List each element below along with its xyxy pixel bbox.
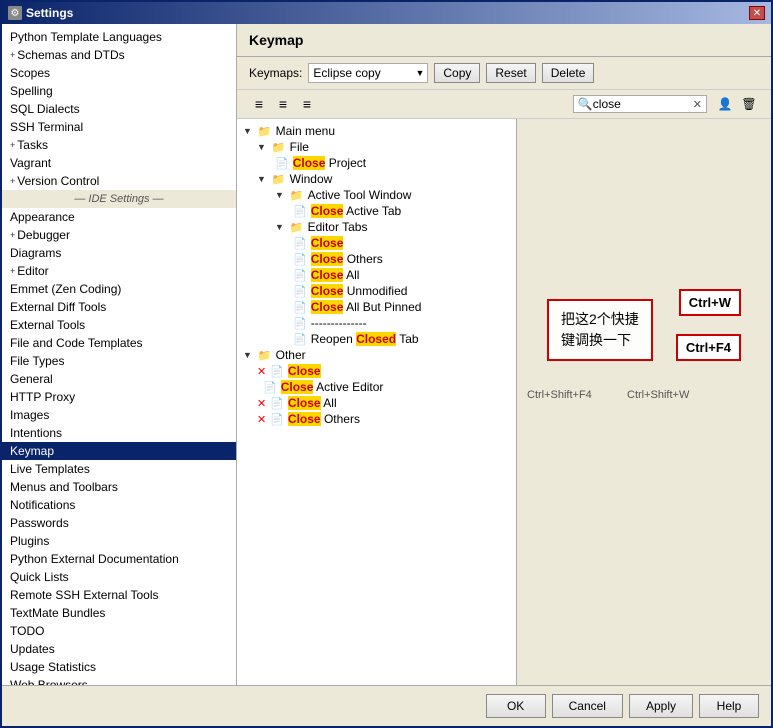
sidebar-item-editor[interactable]: + Editor [2,262,236,280]
sidebar-item-intentions[interactable]: Intentions [2,424,236,442]
tree-item-close-all[interactable]: 📄 Close All [237,267,516,283]
sidebar-item-appearance[interactable]: Appearance [2,208,236,226]
search-input[interactable] [593,97,693,111]
ok-button[interactable]: OK [486,694,546,718]
tree-item-close[interactable]: 📄 Close [237,235,516,251]
tree-item-close-all-but-pinned[interactable]: 📄 Close All But Pinned [237,299,516,315]
sidebar-item-tasks[interactable]: + Tasks [2,136,236,154]
tree-item-close-others[interactable]: 📄 Close Others [237,251,516,267]
sidebar-item-updates[interactable]: Updates [2,640,236,658]
copy-button[interactable]: Copy [434,63,480,83]
tree-item-other-close-others[interactable]: ✕ 📄 Close Others [237,411,516,427]
tree-item-separator: 📄 -------------- [237,315,516,331]
sidebar-item-general[interactable]: General [2,370,236,388]
delete-row-icon[interactable]: 🗑 [739,94,759,114]
shortcut-small-1: Ctrl+Shift+F4 [527,389,592,401]
tree-item-window[interactable]: ▼ 📁 Window [237,171,516,187]
sidebar-item-scopes[interactable]: Scopes [2,64,236,82]
tree-item-other-close-all[interactable]: ✕ 📄 Close All [237,395,516,411]
window-close-button[interactable]: ✕ [749,6,765,20]
reset-button[interactable]: Reset [486,63,535,83]
sidebar-item-vagrant[interactable]: Vagrant [2,154,236,172]
sidebar: Python Template Languages + Schemas and … [2,24,237,685]
sidebar-item-remote-ssh[interactable]: Remote SSH External Tools [2,586,236,604]
search-box: 🔍 ✕ [573,95,707,113]
tree-item-other[interactable]: ▼ 📁 Other [237,347,516,363]
main-panel: Keymap Keymaps: Eclipse copy Copy Reset … [237,24,771,685]
sidebar-item-quick-lists[interactable]: Quick Lists [2,568,236,586]
settings-window: ⚙ Settings ✕ Python Template Languages +… [0,0,773,728]
sidebar-item-plugins[interactable]: Plugins [2,532,236,550]
sidebar-item-menus[interactable]: Menus and Toolbars [2,478,236,496]
tree-item-close-unmodified[interactable]: 📄 Close Unmodified [237,283,516,299]
search-icon: 🔍 [578,97,593,111]
apply-button[interactable]: Apply [629,694,693,718]
keymap-select[interactable]: Eclipse copy [308,63,428,83]
sidebar-group-ide: — IDE Settings — [2,190,236,208]
sidebar-item-schemas[interactable]: + Schemas and DTDs [2,46,236,64]
chinese-annotation: 把这2个快捷 键调换一下 [547,299,653,361]
shortcut-badge-ctrl-f4: Ctrl+F4 [676,334,741,361]
collapse-all-icon[interactable]: ≡ [273,94,293,114]
expand-all-icon[interactable]: ≡ [249,94,269,114]
tree-item-editor-tabs[interactable]: ▼ 📁 Editor Tabs [237,219,516,235]
window-icon: ⚙ [8,6,22,20]
title-bar: ⚙ Settings ✕ [2,2,771,24]
tree-area: ▼ 📁 Main menu ▼ 📁 File [237,119,771,685]
sidebar-item-usage-statistics[interactable]: Usage Statistics [2,658,236,676]
sidebar-item-live-templates[interactable]: Live Templates [2,460,236,478]
user-icon[interactable]: 👤 [715,94,735,114]
sidebar-item-sql[interactable]: SQL Dialects [2,100,236,118]
content-area: Python Template Languages + Schemas and … [2,24,771,685]
sidebar-item-version-control[interactable]: + Version Control [2,172,236,190]
tree-item-close-active-tab[interactable]: 📄 Close Active Tab [237,203,516,219]
sidebar-item-diagrams[interactable]: Diagrams [2,244,236,262]
tree-item-close-project[interactable]: 📄 Close Project [237,155,516,171]
toolbar-row: ≡ ≡ ≡ 🔍 ✕ 👤 🗑 [237,90,771,119]
tree-item-close-active-editor[interactable]: 📄 Close Active Editor [237,379,516,395]
tree-item-active-tool-window[interactable]: ▼ 📁 Active Tool Window [237,187,516,203]
sidebar-item-emmet[interactable]: Emmet (Zen Coding) [2,280,236,298]
shortcut-small-2: Ctrl+Shift+W [627,389,689,401]
delete-button[interactable]: Delete [542,63,595,83]
tree-item-reopen-closed[interactable]: 📄 Reopen Closed Tab [237,331,516,347]
sidebar-item-python-docs[interactable]: Python External Documentation [2,550,236,568]
sidebar-item-passwords[interactable]: Passwords [2,514,236,532]
clear-search-icon[interactable]: ✕ [693,98,702,111]
sidebar-item-web-browsers[interactable]: Web Browsers [2,676,236,685]
sidebar-item-external-tools[interactable]: External Tools [2,316,236,334]
annotation-area: 把这2个快捷 键调换一下 Ctrl+W Ctrl+F4 Ctrl+Shift+F… [517,119,771,685]
sidebar-item-external-diff[interactable]: External Diff Tools [2,298,236,316]
tree-item-file[interactable]: ▼ 📁 File [237,139,516,155]
filter-icon[interactable]: ≡ [297,94,317,114]
sidebar-item-keymap[interactable]: Keymap [2,442,236,460]
sidebar-item-python-template[interactable]: Python Template Languages [2,28,236,46]
sidebar-item-file-code-templates[interactable]: File and Code Templates [2,334,236,352]
sidebar-item-textmate[interactable]: TextMate Bundles [2,604,236,622]
window-title: Settings [26,6,73,20]
tree-item-other-close[interactable]: ✕ 📄 Close [237,363,516,379]
sidebar-item-spelling[interactable]: Spelling [2,82,236,100]
keymap-select-wrapper[interactable]: Eclipse copy [308,63,428,83]
sidebar-item-images[interactable]: Images [2,406,236,424]
tree-item-main-menu[interactable]: ▼ 📁 Main menu [237,123,516,139]
sidebar-item-todo[interactable]: TODO [2,622,236,640]
cancel-button[interactable]: Cancel [552,694,623,718]
keymaps-label: Keymaps: [249,66,302,80]
bottom-bar: OK Cancel Apply Help [2,685,771,726]
tree-panel: ▼ 📁 Main menu ▼ 📁 File [237,119,517,685]
panel-title: Keymap [237,24,771,57]
sidebar-item-debugger[interactable]: + Debugger [2,226,236,244]
help-button[interactable]: Help [699,694,759,718]
sidebar-item-file-types[interactable]: File Types [2,352,236,370]
shortcut-badge-ctrl-w: Ctrl+W [679,289,741,316]
sidebar-item-ssh[interactable]: SSH Terminal [2,118,236,136]
sidebar-item-http-proxy[interactable]: HTTP Proxy [2,388,236,406]
sidebar-item-notifications[interactable]: Notifications [2,496,236,514]
keymap-controls: Keymaps: Eclipse copy Copy Reset Delete [237,57,771,90]
